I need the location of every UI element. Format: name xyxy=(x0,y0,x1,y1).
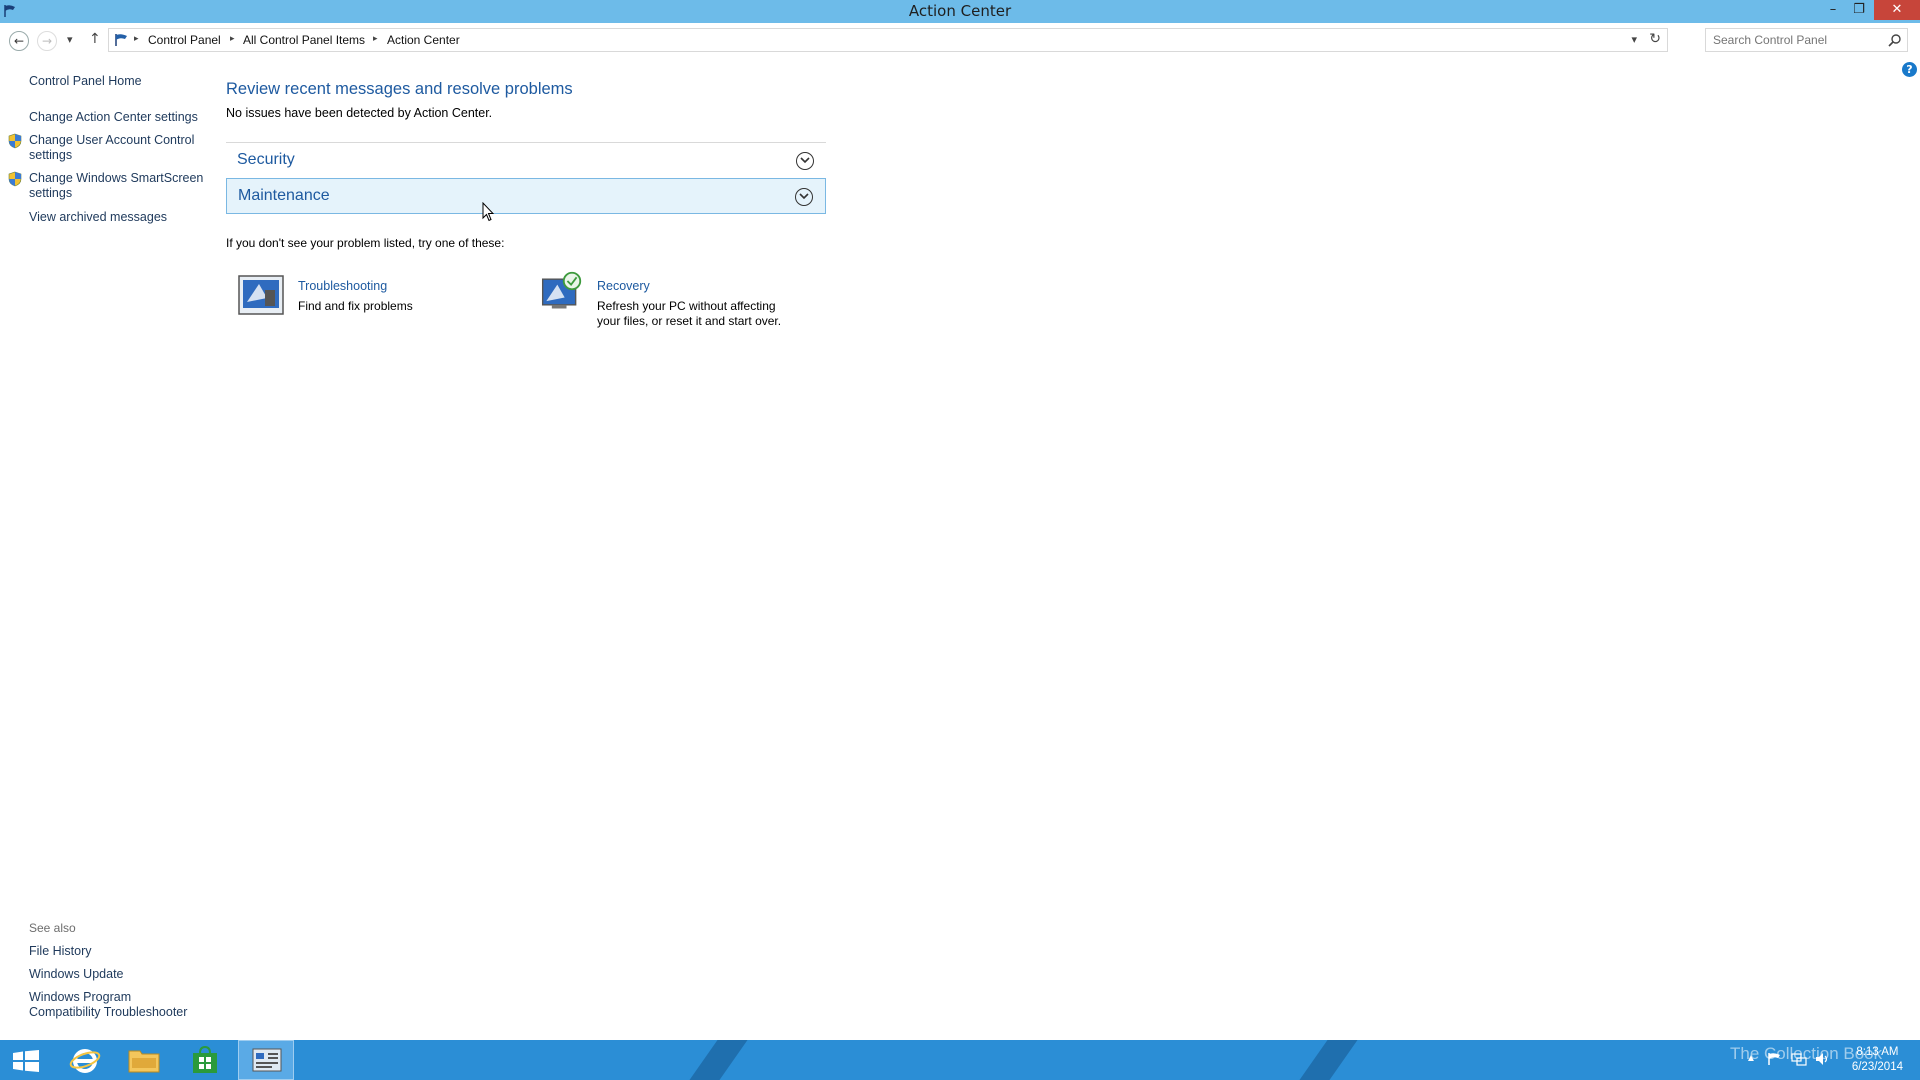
troubleshooting-link[interactable]: Troubleshooting xyxy=(298,279,387,293)
navigation-bar: ← → ▾ ↑ ▸ Control Panel ▸ All Control Pa… xyxy=(0,23,1920,58)
internet-explorer-taskbar-button[interactable] xyxy=(57,1040,113,1080)
expand-chevron-icon[interactable] xyxy=(795,188,813,206)
internet-explorer-icon xyxy=(69,1049,101,1073)
action-center-flag-icon xyxy=(115,34,127,46)
recovery-description: Refresh your PC without affecting your f… xyxy=(597,299,782,328)
address-bar[interactable]: ▸ Control Panel ▸ All Control Panel Item… xyxy=(108,28,1668,52)
security-section-label: Security xyxy=(237,151,295,168)
control-panel-icon xyxy=(252,1048,282,1072)
maintenance-section-header[interactable]: Maintenance xyxy=(226,178,826,214)
search-input[interactable] xyxy=(1707,30,1877,50)
up-button[interactable]: ↑ xyxy=(89,31,101,47)
taskbar-decoration xyxy=(1285,1040,1365,1080)
page-title: Review recent messages and resolve probl… xyxy=(226,80,573,98)
breadcrumb-separator[interactable]: ▸ xyxy=(373,34,378,44)
store-bag-icon xyxy=(193,1046,217,1073)
window-title: Action Center xyxy=(908,2,1012,20)
breadcrumb-control-panel[interactable]: Control Panel xyxy=(148,33,221,47)
uac-shield-icon xyxy=(8,133,22,149)
clock-date: 6/23/2014 xyxy=(1851,1061,1903,1073)
clock-time: 8:13 AM xyxy=(1856,1046,1899,1058)
control-panel-taskbar-button[interactable] xyxy=(238,1040,294,1080)
maintenance-section-label: Maintenance xyxy=(238,187,330,204)
taskbar-decoration xyxy=(675,1040,755,1080)
breadcrumb-all-items[interactable]: All Control Panel Items xyxy=(243,33,365,47)
minimize-button[interactable]: – xyxy=(1820,0,1846,20)
file-explorer-taskbar-button[interactable] xyxy=(116,1040,172,1080)
store-taskbar-button[interactable] xyxy=(177,1040,233,1080)
search-icon[interactable] xyxy=(1887,32,1903,48)
troubleshooting-icon[interactable] xyxy=(237,274,285,318)
help-icon[interactable]: ? xyxy=(1902,62,1917,77)
taskbar: The Collection Book ▲ 8:13 AM 6/23/2014 xyxy=(0,1040,1920,1080)
breadcrumb-separator[interactable]: ▸ xyxy=(134,34,139,44)
folder-icon xyxy=(128,1050,160,1073)
search-box[interactable] xyxy=(1705,28,1908,52)
uac-shield-icon xyxy=(8,171,22,187)
taskbar-clock[interactable]: 8:13 AM 6/23/2014 xyxy=(1852,1045,1903,1075)
security-section-header[interactable]: Security xyxy=(226,143,826,179)
mouse-cursor-icon xyxy=(482,202,494,222)
forward-button[interactable]: → xyxy=(37,31,57,51)
file-history-link[interactable]: File History xyxy=(29,944,92,959)
refresh-button[interactable]: ↻ xyxy=(1649,31,1661,47)
see-also-heading: See also xyxy=(29,921,76,935)
breadcrumb-separator[interactable]: ▸ xyxy=(230,34,235,44)
troubleshooting-description: Find and fix problems xyxy=(298,299,413,313)
show-hidden-icons-button[interactable]: ▲ xyxy=(1746,1053,1756,1064)
title-bar: Action Center – ❐ ✕ xyxy=(0,0,1920,23)
view-archived-messages-link[interactable]: View archived messages xyxy=(29,210,167,225)
change-action-center-settings-link[interactable]: Change Action Center settings xyxy=(29,110,199,125)
expand-chevron-icon[interactable] xyxy=(796,152,814,170)
recovery-icon[interactable] xyxy=(537,270,585,314)
recovery-link[interactable]: Recovery xyxy=(597,279,650,293)
close-button[interactable]: ✕ xyxy=(1874,0,1920,20)
volume-icon[interactable] xyxy=(1815,1052,1831,1066)
maximize-button[interactable]: ❐ xyxy=(1846,0,1872,20)
windows-update-link[interactable]: Windows Update xyxy=(29,967,124,982)
network-icon[interactable] xyxy=(1791,1052,1807,1066)
back-button[interactable]: ← xyxy=(9,31,29,51)
windows-logo-icon xyxy=(13,1050,39,1072)
change-uac-settings-link[interactable]: Change User Account Control settings xyxy=(29,133,199,163)
status-message: No issues have been detected by Action C… xyxy=(226,106,493,120)
control-panel-home-link[interactable]: Control Panel Home xyxy=(29,74,142,89)
action-center-tray-flag-icon[interactable] xyxy=(1766,1052,1782,1066)
start-button[interactable] xyxy=(0,1040,56,1080)
hint-text: If you don't see your problem listed, tr… xyxy=(226,236,505,250)
change-smartscreen-settings-link[interactable]: Change Windows SmartScreen settings xyxy=(29,171,204,201)
address-dropdown-button[interactable]: ▾ xyxy=(1631,33,1637,46)
recent-locations-button[interactable]: ▾ xyxy=(67,33,73,46)
compatibility-troubleshooter-link[interactable]: Windows Program Compatibility Troublesho… xyxy=(29,990,194,1020)
breadcrumb-action-center[interactable]: Action Center xyxy=(387,33,460,47)
